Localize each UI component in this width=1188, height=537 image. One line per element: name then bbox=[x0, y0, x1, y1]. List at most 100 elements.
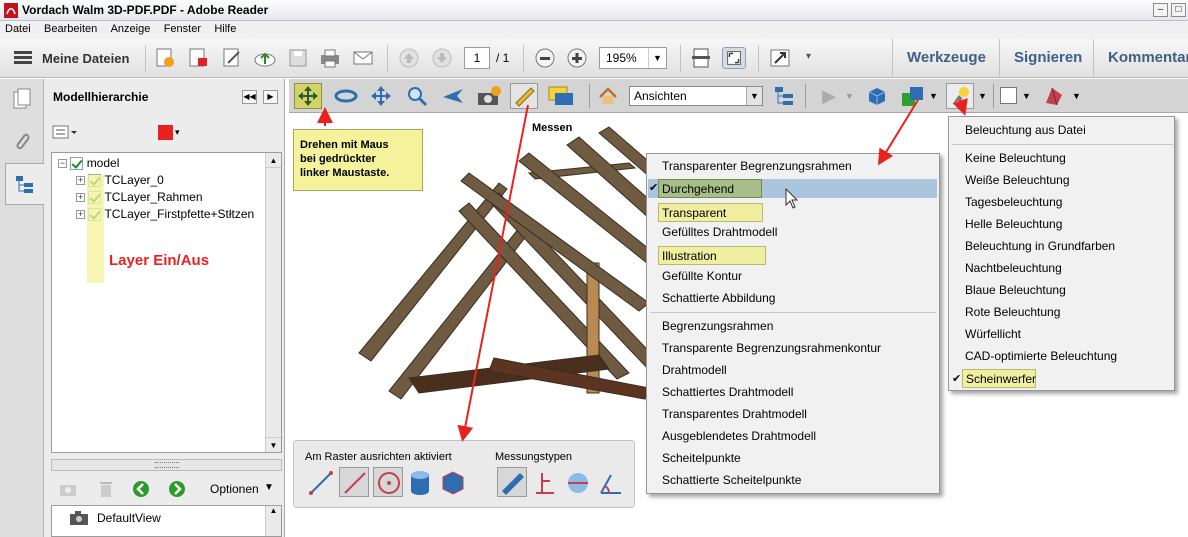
lighting-icon[interactable] bbox=[946, 83, 974, 109]
menu-anzeige[interactable]: Anzeige bbox=[106, 21, 156, 35]
menu-item[interactable]: Würfellicht bbox=[965, 327, 1021, 341]
menu-item[interactable]: Blaue Beleuchtung bbox=[965, 283, 1066, 297]
menu-item[interactable]: Schattierte Scheitelpunkte bbox=[662, 473, 801, 487]
menu-item[interactable]: CAD-optimierte Beleuchtung bbox=[965, 349, 1117, 363]
menu-item[interactable]: Beleuchtung in Grundfarben bbox=[965, 239, 1115, 253]
comment-link[interactable]: Kommentar bbox=[1108, 49, 1188, 66]
email-icon[interactable] bbox=[351, 47, 375, 69]
model-tree-toggle-icon[interactable] bbox=[770, 83, 798, 109]
menu-item[interactable]: Scheitelpunkte bbox=[662, 451, 741, 465]
menu-datei[interactable]: Datei bbox=[0, 21, 36, 35]
comment-3d-icon[interactable] bbox=[547, 83, 575, 109]
zoom-3d-icon[interactable] bbox=[403, 83, 431, 109]
chevron-down-icon[interactable]: ▼ bbox=[264, 482, 274, 493]
home-view-icon[interactable] bbox=[594, 83, 622, 109]
pages-icon[interactable] bbox=[12, 88, 32, 110]
views-select[interactable]: Ansichten ▼ bbox=[629, 86, 763, 106]
next-view-icon[interactable] bbox=[168, 480, 186, 498]
play-animation-icon[interactable]: ▶ bbox=[815, 83, 843, 109]
measure-3d-icon[interactable] bbox=[497, 467, 527, 497]
collapse-panel-button[interactable]: ◀◀ bbox=[242, 90, 257, 104]
trash-icon[interactable] bbox=[98, 480, 114, 498]
view-add-icon[interactable] bbox=[58, 480, 80, 498]
menu-item[interactable]: Transparentes Drahtmodell bbox=[662, 407, 807, 421]
chevron-down-icon[interactable]: ▼ bbox=[929, 91, 938, 101]
tree-scrollbar[interactable]: ▲ ▼ bbox=[265, 153, 281, 452]
menu-item[interactable]: Drahtmodell bbox=[662, 363, 727, 377]
menu-item[interactable]: Ausgeblendetes Drahtmodell bbox=[662, 429, 816, 443]
create-pdf-icon[interactable] bbox=[153, 47, 177, 69]
page-up-icon[interactable] bbox=[397, 47, 421, 69]
zoom-select[interactable]: 195% ▼ bbox=[599, 47, 667, 69]
visibility-checkbox[interactable] bbox=[70, 157, 84, 171]
save-icon[interactable] bbox=[286, 47, 310, 69]
chevron-down-icon[interactable]: ▼ bbox=[1022, 91, 1031, 101]
pan-tool-icon[interactable] bbox=[367, 83, 395, 109]
chevron-down-icon[interactable]: ▼ bbox=[978, 91, 987, 101]
menu-item[interactable]: Beleuchtung aus Datei bbox=[965, 123, 1086, 137]
views-scrollbar[interactable]: ▲ bbox=[265, 506, 281, 536]
options-menu-icon[interactable] bbox=[52, 125, 78, 139]
menu-hilfe[interactable]: Hilfe bbox=[209, 21, 241, 35]
menu-item[interactable]: Transparente Begrenzungsrahmenkontur bbox=[662, 341, 881, 355]
measure-perpendicular-icon[interactable] bbox=[532, 469, 558, 497]
chevron-down-icon[interactable]: ▼ bbox=[746, 87, 762, 105]
menu-item[interactable]: Schattiertes Drahtmodell bbox=[662, 385, 793, 399]
menu-item[interactable]: Weiße Beleuchtung bbox=[965, 173, 1070, 187]
my-files-label[interactable]: Meine Dateien bbox=[42, 51, 129, 66]
snap-circle-icon[interactable] bbox=[373, 467, 403, 497]
menu-item[interactable]: Transparenter Begrenzungsrahmen bbox=[662, 159, 852, 173]
spin-tool-icon[interactable] bbox=[332, 83, 360, 109]
cross-section-icon[interactable] bbox=[1040, 83, 1068, 109]
print-icon[interactable] bbox=[318, 47, 342, 69]
page-number-input[interactable]: 1 bbox=[464, 47, 490, 69]
menu-item[interactable]: Nachtbeleuchtung bbox=[965, 261, 1062, 275]
snap-line-icon[interactable] bbox=[339, 467, 369, 497]
sign-edit-icon[interactable] bbox=[220, 47, 244, 69]
measure-radius-icon[interactable] bbox=[565, 469, 591, 497]
zoom-in-icon[interactable] bbox=[565, 47, 589, 69]
edit-pdf-icon[interactable] bbox=[186, 47, 210, 69]
color-swatch[interactable] bbox=[158, 125, 173, 140]
sign-link[interactable]: Signieren bbox=[1014, 49, 1082, 66]
tools-link[interactable]: Werkzeuge bbox=[907, 49, 986, 66]
background-color-icon[interactable] bbox=[1000, 87, 1017, 104]
render-mode-icon[interactable] bbox=[899, 83, 927, 109]
measure-tool-icon[interactable] bbox=[510, 83, 538, 109]
model-tree-tab[interactable] bbox=[5, 163, 45, 205]
fit-page-icon[interactable] bbox=[689, 47, 713, 69]
splitter-handle[interactable] bbox=[51, 459, 282, 471]
maximize-button[interactable]: □ bbox=[1171, 3, 1186, 17]
snap-edge-icon[interactable] bbox=[307, 469, 335, 497]
full-screen-icon[interactable] bbox=[722, 47, 746, 69]
menu-item[interactable]: Gefüllte Kontur bbox=[662, 269, 742, 283]
chevron-down-icon[interactable]: ▼ bbox=[648, 48, 666, 68]
options-button[interactable]: Optionen bbox=[210, 482, 259, 496]
measure-angle-icon[interactable] bbox=[597, 469, 623, 497]
previous-view-icon[interactable] bbox=[132, 480, 150, 498]
menu-bearbeiten[interactable]: Bearbeiten bbox=[39, 21, 102, 35]
hamburger-icon[interactable] bbox=[14, 51, 32, 65]
menu-item[interactable]: Begrenzungsrahmen bbox=[662, 319, 773, 333]
view-item-default[interactable]: DefaultView bbox=[97, 511, 161, 525]
menu-item[interactable]: Gefülltes Drahtmodell bbox=[662, 225, 777, 239]
fly-tool-icon[interactable] bbox=[439, 83, 467, 109]
menu-item-selected[interactable]: Scheinwerfer bbox=[962, 369, 1036, 388]
menu-item[interactable]: Rote Beleuchtung bbox=[965, 305, 1060, 319]
color-dropdown-icon[interactable]: ▾ bbox=[175, 127, 180, 138]
attachment-icon[interactable] bbox=[12, 130, 32, 154]
snap-cylinder-icon[interactable] bbox=[408, 469, 432, 497]
expand-panel-button[interactable]: ▶ bbox=[263, 90, 278, 104]
chevron-down-icon[interactable]: ▼ bbox=[1072, 91, 1081, 101]
customize-toolbar-icon[interactable]: ▾ bbox=[806, 51, 811, 62]
menu-item-selected[interactable]: Durchgehend bbox=[658, 179, 762, 198]
camera-properties-icon[interactable] bbox=[475, 83, 503, 109]
minimize-button[interactable]: – bbox=[1153, 3, 1168, 17]
menu-fenster[interactable]: Fenster bbox=[159, 21, 206, 35]
snap-plane-icon[interactable] bbox=[440, 469, 466, 497]
menu-item[interactable]: Illustration bbox=[658, 246, 766, 265]
rotate-tool-icon[interactable] bbox=[294, 83, 322, 109]
menu-item[interactable]: Transparent bbox=[658, 203, 763, 222]
menu-item[interactable]: Schattierte Abbildung bbox=[662, 291, 775, 305]
cloud-upload-icon[interactable] bbox=[253, 47, 277, 69]
